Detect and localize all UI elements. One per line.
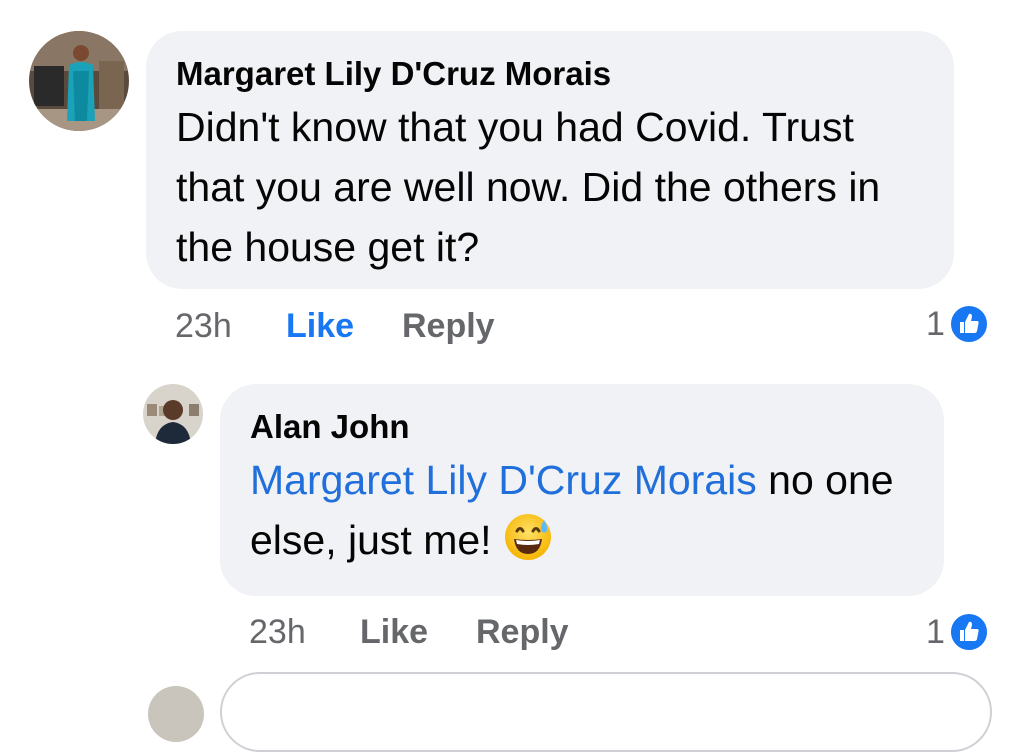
grinning-face-with-sweat-emoji xyxy=(504,514,551,560)
like-thumbs-up-icon xyxy=(948,612,989,652)
like-thumbs-up-icon xyxy=(948,304,989,344)
comment-author[interactable]: Margaret Lily D'Cruz Morais xyxy=(176,53,924,95)
avatar-margaret[interactable] xyxy=(29,31,129,131)
profile-photo xyxy=(143,384,203,444)
reaction-count: 1 xyxy=(926,612,945,651)
avatar-current-user[interactable] xyxy=(148,686,204,742)
comment-actions: 23h Like Reply xyxy=(249,612,649,652)
like-button[interactable]: Like xyxy=(360,612,428,652)
like-button[interactable]: Like xyxy=(286,306,354,346)
comment-author[interactable]: Alan John xyxy=(250,406,914,448)
profile-photo xyxy=(148,686,204,742)
comment-timestamp[interactable]: 23h xyxy=(175,306,232,346)
comment-bubble: Margaret Lily D'Cruz Morais Didn't know … xyxy=(146,31,954,289)
reaction-count: 1 xyxy=(926,304,945,343)
comment-bubble: Alan John Margaret Lily D'Cruz Morais no… xyxy=(220,384,944,596)
reply-button[interactable]: Reply xyxy=(476,612,569,652)
profile-photo xyxy=(29,31,129,131)
avatar-alan[interactable] xyxy=(143,384,203,444)
comment-timestamp[interactable]: 23h xyxy=(249,612,306,652)
comment-text: Didn't know that you had Covid. Trust th… xyxy=(176,104,881,270)
comment-text: Margaret Lily D'Cruz Morais no one else,… xyxy=(250,450,914,570)
reply-button[interactable]: Reply xyxy=(402,306,495,346)
reply-input[interactable] xyxy=(220,672,992,752)
comment-actions: 23h Like Reply xyxy=(175,306,575,346)
reaction-summary[interactable]: 1 xyxy=(926,612,989,652)
mention-link[interactable]: Margaret Lily D'Cruz Morais xyxy=(250,457,757,503)
reaction-summary[interactable]: 1 xyxy=(926,304,989,344)
